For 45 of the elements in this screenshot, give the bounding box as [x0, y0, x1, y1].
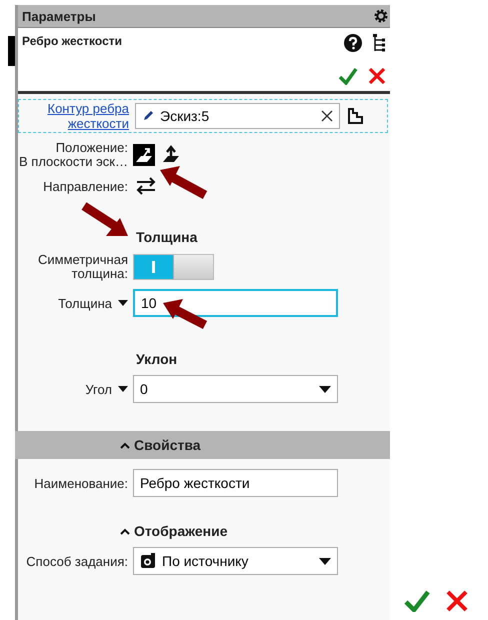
sketch-field[interactable]: Эскиз:5	[135, 103, 340, 129]
chevron-icon[interactable]	[120, 528, 130, 534]
annotation-arrow	[160, 166, 208, 199]
close-icon[interactable]	[446, 590, 468, 612]
position-value: В плоскости эск…	[19, 155, 128, 169]
section-header[interactable]: Свойства	[15, 431, 390, 459]
thickness-label: Толщина	[58, 296, 112, 310]
toggle-label: Симметричная толщина:	[37, 253, 128, 281]
caret-icon[interactable]	[118, 300, 128, 306]
name-label: Наименование:	[34, 476, 128, 490]
check-icon[interactable]	[338, 67, 358, 85]
close-icon[interactable]	[368, 67, 386, 85]
dropdown-arrow-icon	[319, 558, 331, 564]
position-label: Положение:	[56, 141, 128, 155]
source-icon	[140, 553, 156, 569]
group-heading: Толщина	[136, 229, 198, 245]
name-field[interactable]: Ребро жесткости	[133, 469, 338, 497]
side-marker	[8, 36, 15, 66]
operation-title: Ребро жесткости	[22, 34, 123, 48]
angle-dropdown[interactable]: 0	[133, 375, 338, 403]
pencil-icon	[142, 110, 154, 122]
help-icon[interactable]	[344, 34, 362, 52]
panel-title: Параметры	[22, 8, 96, 24]
dropdown-arrow-icon	[319, 386, 331, 392]
check-icon[interactable]	[404, 590, 430, 612]
angle-label: Угол	[85, 382, 112, 396]
sketch-select-icon[interactable]	[346, 107, 364, 125]
symmetric-toggle[interactable]	[133, 254, 214, 280]
annotation-arrow	[163, 299, 208, 329]
method-dropdown[interactable]: По источнику	[133, 547, 338, 575]
thickness-input[interactable]: 10	[133, 289, 338, 317]
plane-arrow-button[interactable]	[133, 144, 155, 166]
group-heading: Уклон	[136, 351, 178, 367]
settings-icon[interactable]	[374, 9, 388, 23]
clear-icon[interactable]	[321, 110, 333, 122]
direction-label: Направление:	[43, 178, 128, 194]
tree-icon[interactable]	[372, 34, 386, 52]
chevron-icon	[120, 442, 130, 448]
subsection-title: Отображение	[134, 523, 228, 539]
contour-link[interactable]: Контур ребра жесткости	[39, 101, 129, 131]
caret-icon[interactable]	[118, 386, 128, 392]
swap-arrows-icon[interactable]	[135, 177, 157, 195]
annotation-arrow	[82, 202, 128, 236]
section-title: Свойства	[134, 437, 201, 453]
method-label: Способ задания:	[26, 554, 128, 568]
